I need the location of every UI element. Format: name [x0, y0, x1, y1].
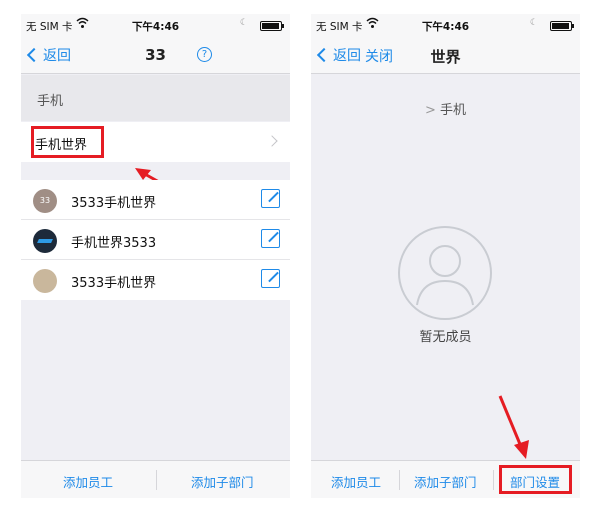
status-bar: 无 SIM 卡 下午4:46 ☾ [311, 14, 580, 36]
help-icon[interactable]: ? [197, 47, 212, 62]
empty-person-icon [398, 226, 492, 320]
breadcrumb-item: 手机 [37, 94, 64, 109]
breadcrumb-item: 手机 [440, 103, 467, 118]
list-item[interactable]: 手机世界3533 [21, 220, 290, 260]
breadcrumb[interactable]: > 手机 [311, 99, 580, 118]
member-list: 33 3533手机世界 手机世界3533 3533手机世界 [21, 180, 290, 300]
toolbar-divider [493, 470, 494, 490]
bottom-toolbar: 添加员工 添加子部门 [21, 460, 290, 498]
empty-state-text: 暂无成员 [419, 330, 472, 345]
battery-icon [260, 21, 284, 31]
left-phone-screen: 无 SIM 卡 下午4:46 ☾ 返回 33 ? 手机 手机世界 33 3533… [21, 14, 290, 498]
page-title: 33 [145, 46, 166, 64]
status-bar: 无 SIM 卡 下午4:46 ☾ [21, 14, 290, 36]
breadcrumb[interactable]: 手机 [21, 75, 290, 121]
moon-icon: ☾ [239, 18, 248, 28]
add-subdepartment-button[interactable]: 添加子部门 [414, 472, 477, 491]
chevron-right-icon: > [424, 103, 436, 118]
right-phone-screen: 无 SIM 卡 下午4:46 ☾ 返回 关闭 世界 > 手机 暂无成员 添加员工… [311, 14, 580, 498]
add-employee-button[interactable]: 添加员工 [63, 472, 113, 491]
add-subdepartment-button[interactable]: 添加子部门 [191, 472, 254, 491]
edit-icon[interactable] [261, 269, 280, 288]
chevron-right-icon [266, 135, 278, 147]
member-name: 手机世界3533 [71, 236, 157, 251]
status-time: 下午4:46 [131, 21, 180, 33]
avatar [33, 229, 57, 253]
nav-bar: 返回 关闭 世界 [311, 36, 580, 74]
toolbar-divider [156, 470, 157, 490]
highlight-box [31, 126, 104, 158]
add-employee-button[interactable]: 添加员工 [331, 472, 381, 491]
list-item[interactable]: 3533手机世界 [21, 260, 290, 300]
highlight-box [499, 465, 572, 494]
avatar: 33 [33, 189, 57, 213]
battery-icon [550, 21, 574, 31]
avatar [33, 269, 57, 293]
edit-icon[interactable] [261, 229, 280, 248]
moon-icon: ☾ [529, 18, 538, 28]
member-name: 3533手机世界 [71, 276, 157, 291]
nav-bar: 返回 33 ? [21, 36, 290, 74]
edit-icon[interactable] [261, 189, 280, 208]
page-title: 世界 [430, 48, 461, 66]
toolbar-divider [399, 470, 400, 490]
list-item[interactable]: 33 3533手机世界 [21, 180, 290, 220]
member-name: 3533手机世界 [71, 196, 157, 211]
status-time: 下午4:46 [421, 21, 470, 33]
red-arrow-annotation [498, 395, 529, 459]
